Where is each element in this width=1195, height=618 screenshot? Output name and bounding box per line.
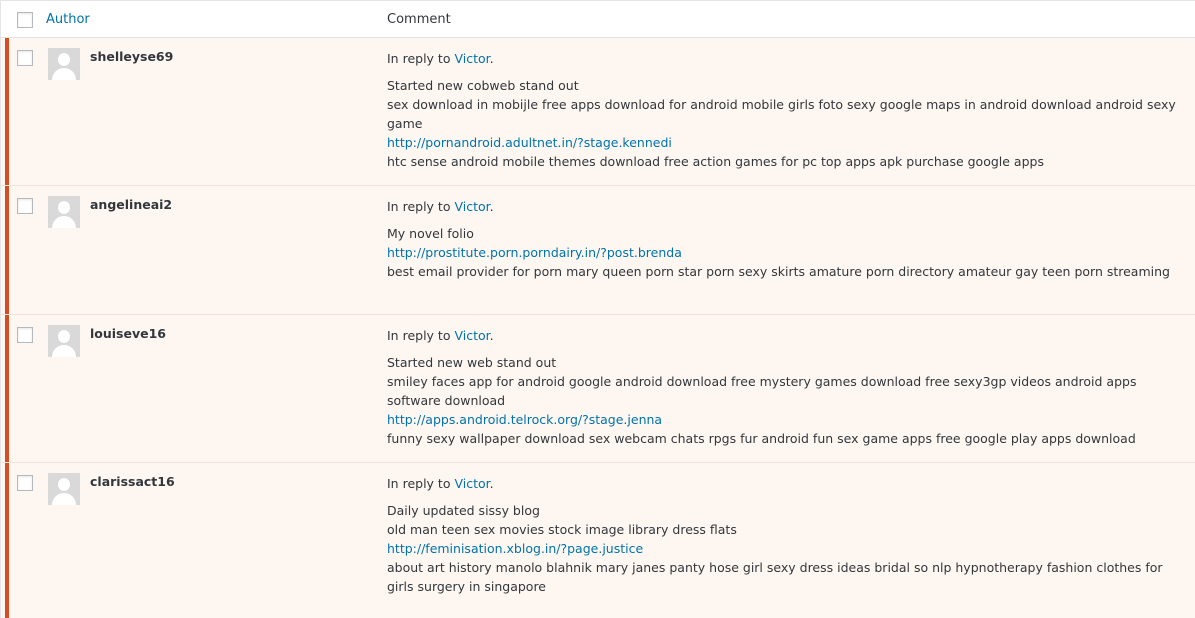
- author-name: angelineai2: [90, 197, 173, 212]
- select-all-checkbox[interactable]: [17, 12, 33, 28]
- comment-row: louiseve16 In reply to Victor. Started new…: [1, 315, 1195, 463]
- comment-url-link[interactable]: http://pornandroid.adultnet.in/?stage.ke…: [387, 133, 1190, 152]
- comment-text-line: Daily updated sissy blog: [387, 503, 540, 518]
- comment-row: clarissact16 In reply to Victor. Daily upd…: [1, 463, 1195, 618]
- comment-body: In reply to Victor. Started new cobweb st…: [387, 49, 1190, 171]
- reply-prefix: In reply to: [387, 199, 451, 214]
- comment-select-checkbox[interactable]: [17, 198, 33, 214]
- comment-text-line: Started new cobweb stand out: [387, 78, 579, 93]
- comment-select-checkbox[interactable]: [17, 327, 33, 343]
- reply-suffix: .: [489, 328, 494, 343]
- comment-text-line: old man teen sex movies stock image libr…: [387, 522, 737, 537]
- comment-url-link[interactable]: http://feminisation.xblog.in/?page.justi…: [387, 539, 1190, 558]
- avatar-icon: [48, 48, 80, 80]
- reply-prefix: In reply to: [387, 476, 451, 491]
- comment-text-line: best email provider for porn mary queen …: [387, 264, 1170, 279]
- comments-table: Author Comment shelleyse69 In reply to Vi…: [0, 0, 1195, 618]
- comment-body: In reply to Victor. Started new web stand…: [387, 326, 1190, 448]
- comment-column-header: Comment: [387, 12, 451, 27]
- author-name: louiseve16: [90, 326, 166, 341]
- reply-prefix: In reply to: [387, 51, 451, 66]
- comment-text-line: sex download in mobijle free apps downlo…: [387, 97, 1176, 131]
- comment-select-checkbox[interactable]: [17, 475, 33, 491]
- avatar-icon: [48, 325, 80, 357]
- in-reply-to: In reply to Victor.: [387, 474, 1190, 493]
- comment-url-link[interactable]: http://apps.android.telrock.org/?stage.j…: [387, 410, 1190, 429]
- comment-text-line: Started new web stand out: [387, 355, 557, 370]
- in-reply-to: In reply to Victor.: [387, 326, 1190, 345]
- reply-to-link[interactable]: Victor: [454, 51, 489, 66]
- comment-url-link[interactable]: http://prostitute.porn.porndairy.in/?pos…: [387, 243, 1190, 262]
- table-header: Author Comment: [1, 1, 1195, 38]
- author-column-sort-link[interactable]: Author: [46, 12, 90, 28]
- avatar-icon: [48, 473, 80, 505]
- reply-suffix: .: [489, 476, 494, 491]
- reply-to-link[interactable]: Victor: [454, 328, 489, 343]
- comment-body: In reply to Victor. My novel folio http://…: [387, 197, 1190, 281]
- comment-select-checkbox[interactable]: [17, 50, 33, 66]
- author-name: shelleyse69: [90, 49, 174, 64]
- comment-body: In reply to Victor. Daily updated sissy b…: [387, 474, 1190, 596]
- in-reply-to: In reply to Victor.: [387, 49, 1190, 68]
- comment-row: angelineai2 In reply to Victor. My novel f…: [1, 186, 1195, 315]
- reply-prefix: In reply to: [387, 328, 451, 343]
- reply-suffix: .: [489, 199, 494, 214]
- avatar-icon: [48, 196, 80, 228]
- reply-suffix: .: [489, 51, 494, 66]
- author-name: clarissact16: [90, 474, 175, 489]
- comment-text-line: funny sexy wallpaper download sex webcam…: [387, 431, 1136, 446]
- reply-to-link[interactable]: Victor: [454, 476, 489, 491]
- comment-row: shelleyse69 In reply to Victor. Started ne…: [1, 38, 1195, 186]
- comment-text-line: about art history manolo blahnik mary ja…: [387, 560, 1163, 594]
- comment-text-line: My novel folio: [387, 226, 474, 241]
- reply-to-link[interactable]: Victor: [454, 199, 489, 214]
- comment-text-line: smiley faces app for android google andr…: [387, 374, 1137, 408]
- comment-text-line: htc sense android mobile themes download…: [387, 154, 1044, 169]
- in-reply-to: In reply to Victor.: [387, 197, 1190, 216]
